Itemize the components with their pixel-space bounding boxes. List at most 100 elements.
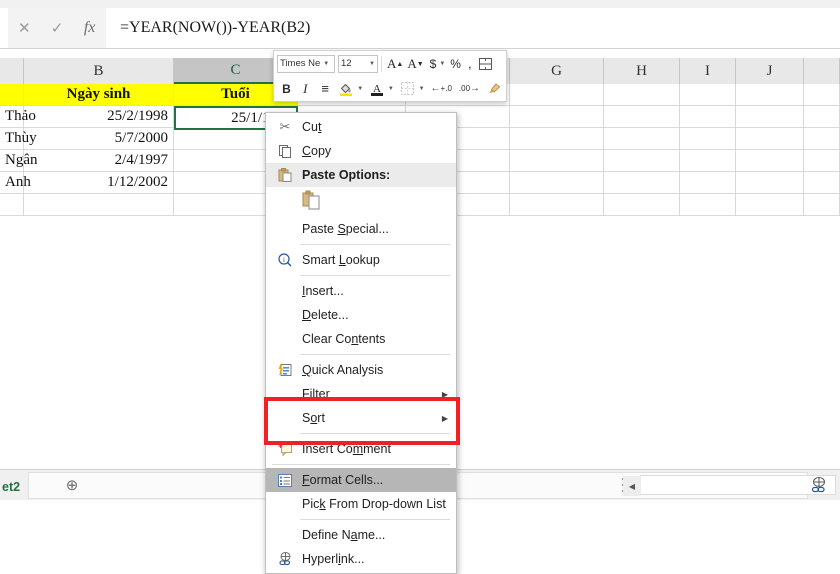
insert-function-icon[interactable]: fx bbox=[76, 14, 104, 42]
header-cell-i[interactable] bbox=[680, 84, 736, 106]
cell-dob-4[interactable]: 1/12/2002 bbox=[24, 172, 174, 194]
menu-item-hyperlink[interactable]: Hyperlink... bbox=[266, 547, 456, 571]
percent-format-icon[interactable]: % bbox=[448, 54, 463, 74]
header-cell-k[interactable] bbox=[804, 84, 840, 106]
menu-item-define-name[interactable]: Define Name... bbox=[266, 523, 456, 547]
cell-j-2[interactable] bbox=[736, 128, 804, 150]
formula-input[interactable]: =YEAR(NOW())-YEAR(B2) bbox=[106, 8, 840, 48]
font-color-icon[interactable]: A bbox=[366, 79, 387, 99]
header-cell-g[interactable] bbox=[510, 84, 604, 106]
cell-j-3[interactable] bbox=[736, 150, 804, 172]
chevron-down-icon[interactable]: ▼ bbox=[357, 86, 363, 92]
cell-name-2[interactable]: Thùy bbox=[0, 128, 37, 150]
cell-dob-3[interactable]: 2/4/1997 bbox=[24, 150, 174, 172]
font-color-glyph: A bbox=[370, 83, 383, 96]
merge-cells-glyph bbox=[478, 57, 492, 70]
cell-i-4[interactable] bbox=[680, 172, 736, 194]
comma-format-icon[interactable]: , bbox=[466, 54, 474, 74]
cell-h-2[interactable] bbox=[604, 128, 680, 150]
cell-g-2[interactable] bbox=[510, 128, 604, 150]
fill-color-icon[interactable] bbox=[335, 79, 356, 99]
cell-k-3[interactable] bbox=[804, 150, 840, 172]
add-sheet-icon[interactable]: ⊕ bbox=[60, 473, 84, 497]
chevron-down-icon[interactable]: ▼ bbox=[388, 86, 394, 92]
increase-decimal-icon[interactable]: ← +.0 bbox=[429, 79, 454, 99]
context-menu: ✂ Cut Copy Paste Options: Paste Special.… bbox=[265, 112, 457, 574]
font-size-combo[interactable]: 12 ▼ bbox=[338, 54, 378, 73]
cell-j-5[interactable] bbox=[736, 194, 804, 216]
decrease-decimal-icon[interactable]: .00 → bbox=[457, 79, 482, 99]
borders-icon[interactable] bbox=[397, 79, 418, 99]
scroll-left-icon[interactable]: ◀ bbox=[623, 476, 641, 496]
cell-a-5[interactable] bbox=[0, 194, 24, 216]
chevron-down-icon[interactable]: ▼ bbox=[419, 86, 425, 92]
column-header-h[interactable]: H bbox=[604, 58, 680, 84]
column-header-g[interactable]: G bbox=[510, 58, 604, 84]
header-cell-dob[interactable]: Ngày sinh bbox=[24, 84, 174, 106]
header-cell-h[interactable] bbox=[604, 84, 680, 106]
bold-button[interactable]: B bbox=[277, 79, 296, 99]
menu-item-cut[interactable]: ✂ Cut bbox=[266, 115, 456, 139]
header-cell-a[interactable] bbox=[0, 84, 24, 106]
cell-name-3[interactable]: Ngân bbox=[0, 150, 38, 172]
menu-item-label: Quick Analysis bbox=[302, 363, 384, 377]
cell-i-2[interactable] bbox=[680, 128, 736, 150]
menu-item-pick-from-dropdown-list[interactable]: Pick From Drop-down List bbox=[266, 492, 456, 516]
column-header-partial[interactable] bbox=[0, 58, 24, 84]
cell-h-1[interactable] bbox=[604, 106, 680, 128]
cell-h-4[interactable] bbox=[604, 172, 680, 194]
cell-g-3[interactable] bbox=[510, 150, 604, 172]
chevron-down-icon: ▼ bbox=[323, 60, 330, 67]
italic-button[interactable]: I bbox=[296, 79, 315, 99]
shrink-font-icon[interactable]: A ▼ bbox=[405, 54, 425, 74]
cell-k-5[interactable] bbox=[804, 194, 840, 216]
menu-separator bbox=[300, 519, 450, 520]
column-header-j[interactable]: J bbox=[736, 58, 804, 84]
menu-item-quick-analysis[interactable]: Quick Analysis bbox=[266, 358, 456, 382]
mini-toolbar-row-1: Times Ne ▼ 12 ▼ A ▲ A ▼ $ ▼ % , bbox=[274, 51, 506, 76]
format-cells-icon bbox=[274, 468, 296, 492]
column-header-k[interactable] bbox=[804, 58, 840, 84]
sheet-tab-active[interactable]: et2 bbox=[0, 474, 20, 500]
cell-g-4[interactable] bbox=[510, 172, 604, 194]
cell-k-2[interactable] bbox=[804, 128, 840, 150]
menu-item-delete[interactable]: Delete... bbox=[266, 303, 456, 327]
font-name-combo[interactable]: Times Ne ▼ bbox=[277, 54, 335, 73]
menu-item-paste-special[interactable]: Paste Special... bbox=[266, 217, 456, 241]
format-painter-icon[interactable] bbox=[485, 79, 503, 99]
hyperlink-glyph bbox=[811, 476, 825, 492]
cell-g-1[interactable] bbox=[510, 106, 604, 128]
cell-k-1[interactable] bbox=[804, 106, 840, 128]
cell-dob-2[interactable]: 5/7/2000 bbox=[24, 128, 174, 150]
cell-name-4[interactable]: Anh bbox=[0, 172, 31, 194]
accounting-format-icon[interactable]: $ bbox=[428, 54, 439, 74]
cell-i-5[interactable] bbox=[680, 194, 736, 216]
chevron-down-icon[interactable]: ▼ bbox=[439, 61, 445, 67]
cell-name-1[interactable]: Thảo bbox=[0, 106, 36, 128]
grow-font-icon[interactable]: A ▲ bbox=[385, 54, 405, 74]
menu-item-smart-lookup[interactable]: i Smart Lookup bbox=[266, 248, 456, 272]
cell-i-3[interactable] bbox=[680, 150, 736, 172]
cell-i-1[interactable] bbox=[680, 106, 736, 128]
merge-icon[interactable] bbox=[477, 54, 494, 74]
menu-item-insert[interactable]: Insert... bbox=[266, 279, 456, 303]
cell-dob-1[interactable]: 25/2/1998 bbox=[24, 106, 174, 128]
confirm-icon[interactable]: ✓ bbox=[43, 14, 71, 42]
cell-b-5[interactable] bbox=[24, 194, 174, 216]
cell-j-4[interactable] bbox=[736, 172, 804, 194]
chevron-down-icon: ▼ bbox=[369, 60, 375, 67]
menu-item-copy[interactable]: Copy bbox=[266, 139, 456, 163]
cell-j-1[interactable] bbox=[736, 106, 804, 128]
paste-keep-source-icon[interactable] bbox=[302, 190, 320, 215]
column-header-i[interactable]: I bbox=[680, 58, 736, 84]
cell-h-5[interactable] bbox=[604, 194, 680, 216]
cell-h-3[interactable] bbox=[604, 150, 680, 172]
header-cell-j[interactable] bbox=[736, 84, 804, 106]
column-header-b[interactable]: B bbox=[24, 58, 174, 84]
cancel-icon[interactable]: ✕ bbox=[10, 14, 38, 42]
menu-item-format-cells[interactable]: Format Cells... bbox=[266, 468, 456, 492]
cell-k-4[interactable] bbox=[804, 172, 840, 194]
cell-g-5[interactable] bbox=[510, 194, 604, 216]
menu-item-clear-contents[interactable]: Clear Contents bbox=[266, 327, 456, 351]
align-center-icon[interactable]: ≡ bbox=[315, 79, 336, 99]
